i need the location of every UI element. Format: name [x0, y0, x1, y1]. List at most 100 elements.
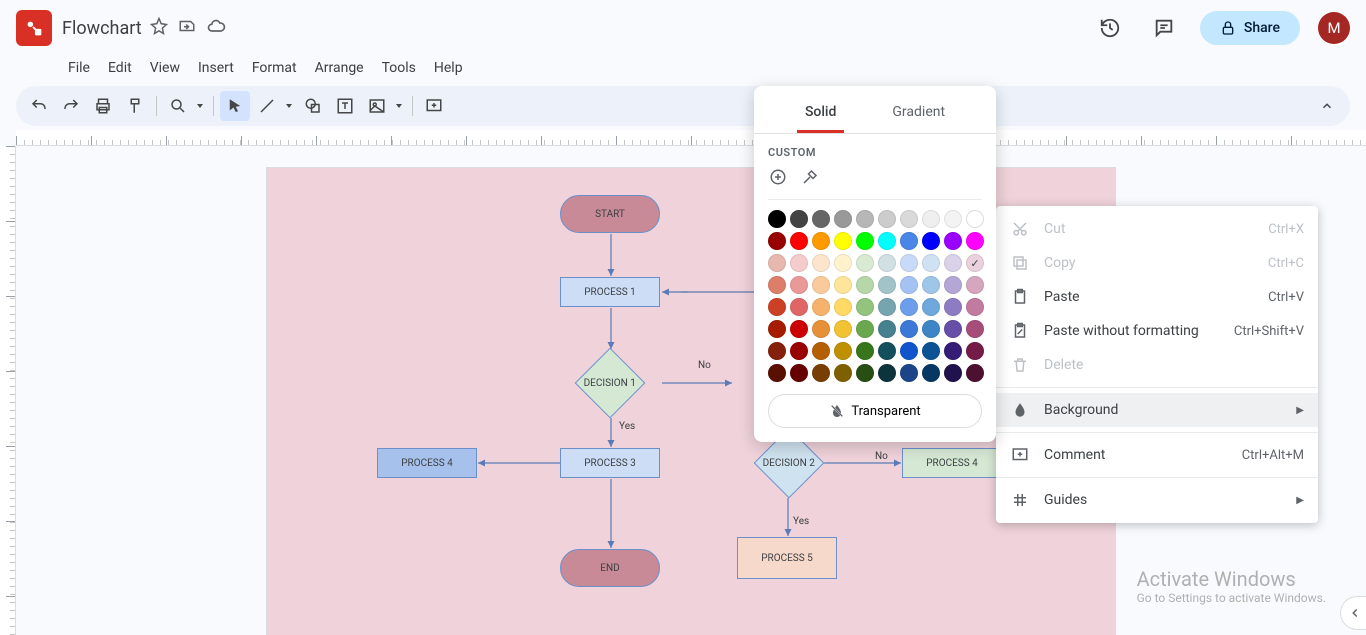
ctx-guides[interactable]: Guides▶: [996, 483, 1318, 517]
swatch[interactable]: [966, 364, 984, 382]
user-avatar[interactable]: M: [1318, 12, 1350, 44]
swatch[interactable]: [922, 364, 940, 382]
swatch[interactable]: [966, 320, 984, 338]
shape-start[interactable]: START: [560, 195, 660, 233]
shape-process5[interactable]: PROCESS 5: [737, 537, 837, 579]
swatch[interactable]: [834, 232, 852, 250]
swatch[interactable]: [922, 342, 940, 360]
swatch[interactable]: [856, 232, 874, 250]
swatch[interactable]: [856, 342, 874, 360]
swatch[interactable]: [878, 254, 896, 272]
line-tool[interactable]: [252, 91, 282, 121]
swatch[interactable]: [878, 364, 896, 382]
cloud-icon[interactable]: [206, 16, 226, 40]
swatch[interactable]: [768, 320, 786, 338]
document-title[interactable]: Flowchart: [62, 18, 142, 39]
swatch[interactable]: [790, 364, 808, 382]
ruler-vertical[interactable]: [0, 146, 16, 635]
swatch[interactable]: [900, 364, 918, 382]
swatch[interactable]: [966, 342, 984, 360]
swatch[interactable]: [944, 276, 962, 294]
shape-process4-right[interactable]: PROCESS 4: [902, 448, 1002, 478]
swatch[interactable]: [878, 298, 896, 316]
print-button[interactable]: [88, 91, 118, 121]
swatch[interactable]: [966, 276, 984, 294]
swatch[interactable]: [966, 210, 984, 228]
swatch[interactable]: [856, 210, 874, 228]
menu-help[interactable]: Help: [426, 56, 471, 80]
menu-tools[interactable]: Tools: [374, 56, 424, 80]
swatch[interactable]: [922, 254, 940, 272]
insert-comment-button[interactable]: [419, 91, 449, 121]
tab-solid[interactable]: Solid: [797, 98, 844, 133]
swatch[interactable]: [856, 364, 874, 382]
zoom-button[interactable]: [163, 91, 193, 121]
swatch[interactable]: [922, 232, 940, 250]
image-tool[interactable]: [362, 91, 392, 121]
ctx-paste-without-formatting[interactable]: Paste without formattingCtrl+Shift+V: [996, 314, 1318, 348]
move-icon[interactable]: [178, 17, 196, 39]
menu-insert[interactable]: Insert: [190, 56, 242, 80]
undo-button[interactable]: [24, 91, 54, 121]
ruler-horizontal[interactable]: [16, 130, 1366, 146]
shape-decision1[interactable]: DECISION 1: [575, 348, 646, 419]
swatch[interactable]: [944, 320, 962, 338]
swatch[interactable]: [834, 254, 852, 272]
swatch[interactable]: [944, 298, 962, 316]
paint-format-button[interactable]: [120, 91, 150, 121]
menu-view[interactable]: View: [142, 56, 188, 80]
swatch[interactable]: [768, 276, 786, 294]
textbox-tool[interactable]: [330, 91, 360, 121]
swatch[interactable]: [922, 276, 940, 294]
swatch[interactable]: [922, 210, 940, 228]
swatch[interactable]: [856, 254, 874, 272]
star-icon[interactable]: [150, 17, 168, 39]
swatch[interactable]: [768, 232, 786, 250]
swatch[interactable]: [834, 320, 852, 338]
swatch[interactable]: [768, 342, 786, 360]
swatch[interactable]: [922, 298, 940, 316]
swatch[interactable]: [812, 232, 830, 250]
share-button[interactable]: Share: [1200, 11, 1300, 45]
swatch[interactable]: [900, 232, 918, 250]
swatch[interactable]: [768, 298, 786, 316]
shape-process1[interactable]: PROCESS 1: [560, 277, 660, 307]
redo-button[interactable]: [56, 91, 86, 121]
swatch[interactable]: [944, 232, 962, 250]
swatch[interactable]: [878, 210, 896, 228]
comments-icon[interactable]: [1146, 10, 1182, 46]
swatch[interactable]: [900, 298, 918, 316]
menu-edit[interactable]: Edit: [100, 56, 140, 80]
swatch[interactable]: [966, 298, 984, 316]
collapse-toolbar[interactable]: [1312, 91, 1342, 121]
shape-end[interactable]: END: [560, 549, 660, 587]
swatch[interactable]: [812, 210, 830, 228]
swatch[interactable]: [834, 276, 852, 294]
swatch[interactable]: [768, 210, 786, 228]
swatch[interactable]: [790, 232, 808, 250]
swatch[interactable]: [944, 254, 962, 272]
swatch[interactable]: [878, 320, 896, 338]
swatch[interactable]: [834, 298, 852, 316]
ctx-paste[interactable]: PasteCtrl+V: [996, 280, 1318, 314]
swatch[interactable]: [922, 320, 940, 338]
history-icon[interactable]: [1092, 10, 1128, 46]
swatch[interactable]: [900, 320, 918, 338]
menu-file[interactable]: File: [60, 56, 98, 80]
shape-process3[interactable]: PROCESS 3: [560, 448, 660, 478]
select-tool[interactable]: [220, 91, 250, 121]
menu-arrange[interactable]: Arrange: [307, 56, 372, 80]
swatch[interactable]: [790, 210, 808, 228]
swatch[interactable]: [812, 254, 830, 272]
menu-format[interactable]: Format: [244, 56, 305, 80]
swatch[interactable]: [790, 342, 808, 360]
swatch[interactable]: [790, 254, 808, 272]
line-tool-dropdown[interactable]: [282, 91, 296, 121]
swatch[interactable]: [944, 342, 962, 360]
image-tool-dropdown[interactable]: [392, 91, 406, 121]
swatch[interactable]: [812, 364, 830, 382]
swatch[interactable]: [900, 254, 918, 272]
swatch[interactable]: [878, 276, 896, 294]
swatch[interactable]: [944, 364, 962, 382]
eyedropper-icon[interactable]: [800, 167, 820, 187]
